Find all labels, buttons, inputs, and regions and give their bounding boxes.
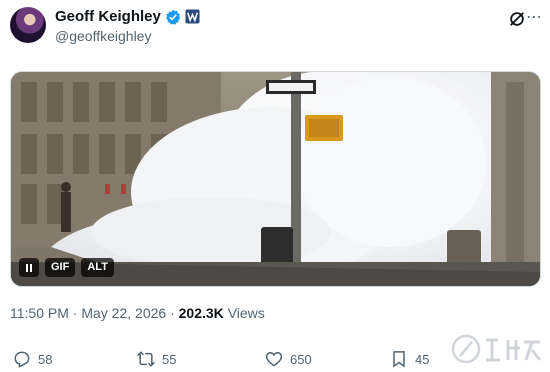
tweet-date[interactable]: May 22, 2026 xyxy=(81,305,166,321)
tweet-time[interactable]: 11:50 PM xyxy=(10,305,69,321)
author-handle[interactable]: @geoffkeighley xyxy=(55,28,151,44)
pause-button[interactable] xyxy=(19,258,39,277)
meta-separator: · xyxy=(170,305,175,321)
views-count: 202.3K xyxy=(178,305,224,321)
steam-street-scene xyxy=(11,72,540,286)
like-count: 650 xyxy=(290,351,312,367)
more-icon[interactable]: ⋯ xyxy=(524,6,544,30)
gif-badge: GIF xyxy=(45,258,76,277)
pause-icon xyxy=(26,263,28,272)
bookmark-icon xyxy=(393,351,405,368)
repost-icon xyxy=(136,351,156,367)
watermark-logo xyxy=(451,334,542,364)
reply-button[interactable]: 58 xyxy=(12,349,52,369)
affiliate-badge-icon[interactable] xyxy=(185,9,200,24)
like-icon xyxy=(265,351,283,367)
tweet-meta: 11:50 PM · May 22, 2026 · 202.3K Views xyxy=(10,305,265,321)
repost-count: 55 xyxy=(162,351,177,367)
author-row: Geoff Keighley xyxy=(55,8,200,25)
views-label: Views xyxy=(227,305,265,321)
meta-separator: · xyxy=(72,305,78,321)
like-button[interactable]: 650 xyxy=(264,349,312,369)
alt-button[interactable]: ALT xyxy=(81,258,114,277)
bookmark-count: 45 xyxy=(415,351,430,367)
avatar[interactable] xyxy=(10,7,46,43)
author-name[interactable]: Geoff Keighley xyxy=(55,8,161,25)
reply-icon xyxy=(14,351,30,368)
pause-icon xyxy=(30,263,32,272)
verified-badge-icon[interactable] xyxy=(165,9,181,25)
reply-count: 58 xyxy=(38,351,53,367)
repost-button[interactable]: 55 xyxy=(136,349,176,369)
media-controls: GIF ALT xyxy=(19,258,114,277)
bookmark-button[interactable]: 45 xyxy=(389,349,429,369)
tweet-media-gif[interactable]: GIF ALT xyxy=(10,71,541,287)
